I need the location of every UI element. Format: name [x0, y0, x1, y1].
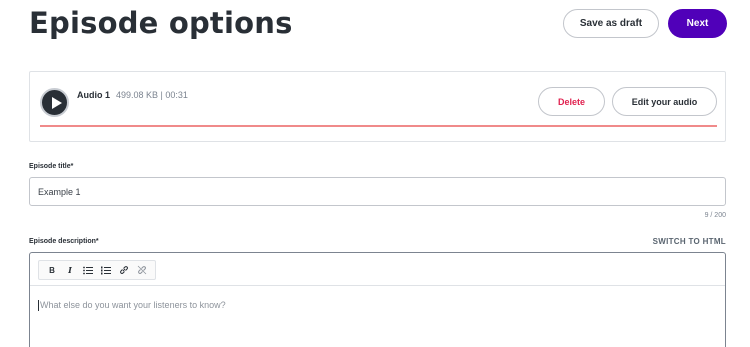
toolbar-group: B I: [38, 260, 156, 280]
editor-placeholder-text: What else do you want your listeners to …: [40, 300, 226, 310]
play-icon[interactable]: [40, 88, 69, 117]
link-icon[interactable]: [115, 261, 133, 279]
title-char-count: 9 / 200: [704, 212, 726, 219]
bold-icon[interactable]: B: [43, 261, 61, 279]
editor-placeholder: What else do you want your listeners to …: [38, 300, 226, 312]
edit-audio-button[interactable]: Edit your audio: [612, 87, 717, 116]
bulleted-list-icon[interactable]: [79, 261, 97, 279]
italic-icon[interactable]: I: [61, 261, 79, 279]
delete-button[interactable]: Delete: [538, 87, 605, 116]
page-title: Episode options: [29, 6, 293, 40]
text-caret: [38, 300, 39, 312]
audio-name: Audio 1: [77, 90, 110, 100]
episode-title-label: Episode title*: [29, 163, 74, 170]
editor-toolbar: B I: [30, 253, 725, 286]
audio-card: Audio 1 499.08 KB | 00:31 Delete Edit yo…: [29, 71, 726, 142]
save-as-draft-button[interactable]: Save as draft: [563, 9, 659, 38]
numbered-list-icon[interactable]: [97, 261, 115, 279]
switch-to-html-link[interactable]: SWITCH TO HTML: [653, 237, 726, 246]
next-button[interactable]: Next: [668, 9, 727, 38]
audio-progress-track[interactable]: [40, 125, 717, 127]
description-editor[interactable]: B I What else do you want your listeners…: [29, 252, 726, 347]
unlink-icon[interactable]: [133, 261, 151, 279]
episode-title-input[interactable]: [29, 177, 726, 206]
episode-description-label: Episode description*: [29, 238, 99, 245]
audio-progress-fill: [40, 125, 717, 127]
audio-meta: 499.08 KB | 00:31: [116, 90, 188, 100]
